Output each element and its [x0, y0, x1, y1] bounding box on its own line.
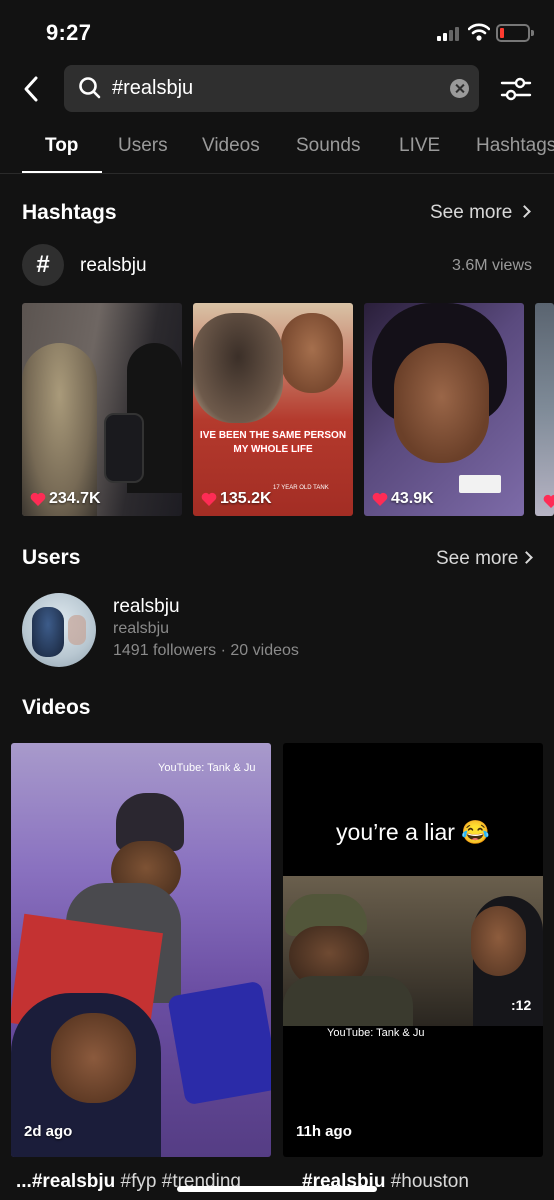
- chevron-right-icon: [520, 551, 534, 564]
- video-figure: [283, 976, 413, 1026]
- hashtag-video-thumbnail[interactable]: IVE BEEN THE SAME PERSON MY WHOLE LIFE 1…: [193, 303, 353, 516]
- thumbnail-overlay-text: IVE BEEN THE SAME PERSON MY WHOLE LIFE: [199, 430, 347, 455]
- heart-icon: [543, 494, 554, 508]
- search-icon: [79, 77, 101, 99]
- search-input[interactable]: #realsbju: [112, 77, 193, 100]
- hashtag-name[interactable]: realsbju: [80, 255, 147, 277]
- heart-icon: [372, 492, 388, 506]
- hashtag-video-thumbnail[interactable]: [535, 303, 554, 516]
- user-followers-meta: 1491 followers · 20 videos: [113, 642, 299, 659]
- cellular-signal-icon: [437, 27, 461, 41]
- home-indicator[interactable]: [177, 1186, 377, 1192]
- video-timer: :12: [511, 997, 532, 1013]
- heart-icon: [201, 492, 217, 506]
- video-age: 2d ago: [24, 1123, 73, 1140]
- video-face: [471, 906, 526, 976]
- video-frame: :12: [283, 876, 543, 1026]
- likes-value: 234.7K: [49, 490, 101, 507]
- tab-users[interactable]: Users: [118, 135, 168, 157]
- battery-icon: [496, 24, 534, 42]
- status-bar: 9:27: [0, 0, 554, 64]
- back-arrow-icon[interactable]: [18, 72, 48, 106]
- video-card[interactable]: YouTube: Tank & Ju 2d ago: [11, 743, 271, 1157]
- hashtag-video-thumbnail[interactable]: 234.7K: [22, 303, 182, 516]
- user-handle: realsbju: [113, 620, 170, 637]
- wifi-icon: [468, 23, 490, 41]
- video-watermark: YouTube: Tank & Ju: [158, 762, 256, 774]
- tabs-divider: [0, 173, 554, 174]
- hashtags-see-more-link[interactable]: See more: [430, 202, 532, 224]
- thumbnail-hand: [193, 313, 283, 423]
- video-card[interactable]: you’re a liar 😂 :12 YouTube: Tank & Ju 1…: [283, 743, 543, 1157]
- likes-count: 43.9K: [372, 490, 434, 508]
- video-face: [51, 1013, 136, 1103]
- search-tabs: Top Users Videos Sounds LIVE Hashtags: [0, 135, 554, 175]
- likes-value: 43.9K: [391, 490, 434, 507]
- caption-text: #houston: [385, 1171, 469, 1192]
- tab-videos[interactable]: Videos: [202, 135, 260, 157]
- thumbnail-face: [281, 313, 343, 393]
- users-section-title: Users: [22, 546, 81, 569]
- chevron-right-icon: [518, 205, 532, 218]
- thumbnail-small-caption: 17 YEAR OLD TANK: [273, 485, 329, 491]
- microphone-image: [104, 413, 144, 483]
- thumbnail-sticker: [459, 475, 501, 493]
- videos-section-title: Videos: [22, 696, 91, 719]
- avatar-figure: [68, 615, 86, 645]
- tab-live[interactable]: LIVE: [399, 135, 440, 157]
- clear-search-icon[interactable]: [450, 79, 469, 98]
- filter-settings-icon[interactable]: [500, 74, 532, 104]
- see-more-label: See more: [436, 548, 519, 569]
- blue-pillow-image: [167, 980, 271, 1106]
- user-name[interactable]: realsbju: [113, 596, 180, 618]
- video-age: 11h ago: [296, 1123, 352, 1140]
- tab-sounds[interactable]: Sounds: [296, 135, 360, 157]
- search-bar[interactable]: #realsbju: [64, 65, 479, 112]
- likes-value: 135.2K: [220, 490, 272, 507]
- user-avatar[interactable]: [22, 593, 96, 667]
- heart-icon: [30, 492, 46, 506]
- hashtag-video-thumbnail[interactable]: 43.9K: [364, 303, 524, 516]
- likes-count: [543, 494, 554, 508]
- video-watermark: YouTube: Tank & Ju: [327, 1027, 425, 1039]
- likes-count: 234.7K: [30, 490, 101, 508]
- caption-hashtag[interactable]: ...#realsbju: [16, 1171, 115, 1192]
- likes-count: 135.2K: [201, 490, 272, 508]
- avatar-figure: [32, 607, 64, 657]
- status-time: 9:27: [46, 20, 92, 45]
- tab-top[interactable]: Top: [45, 135, 78, 157]
- users-see-more-link[interactable]: See more: [436, 548, 534, 570]
- hashtags-section-title: Hashtags: [22, 201, 117, 224]
- tab-hashtags[interactable]: Hashtags: [476, 135, 554, 157]
- hashtag-views: 3.6M views: [451, 257, 532, 274]
- hashtag-icon[interactable]: #: [22, 244, 64, 286]
- see-more-label: See more: [430, 202, 513, 223]
- thumbnail-face: [394, 343, 489, 463]
- video-title-text: you’re a liar 😂: [336, 819, 490, 845]
